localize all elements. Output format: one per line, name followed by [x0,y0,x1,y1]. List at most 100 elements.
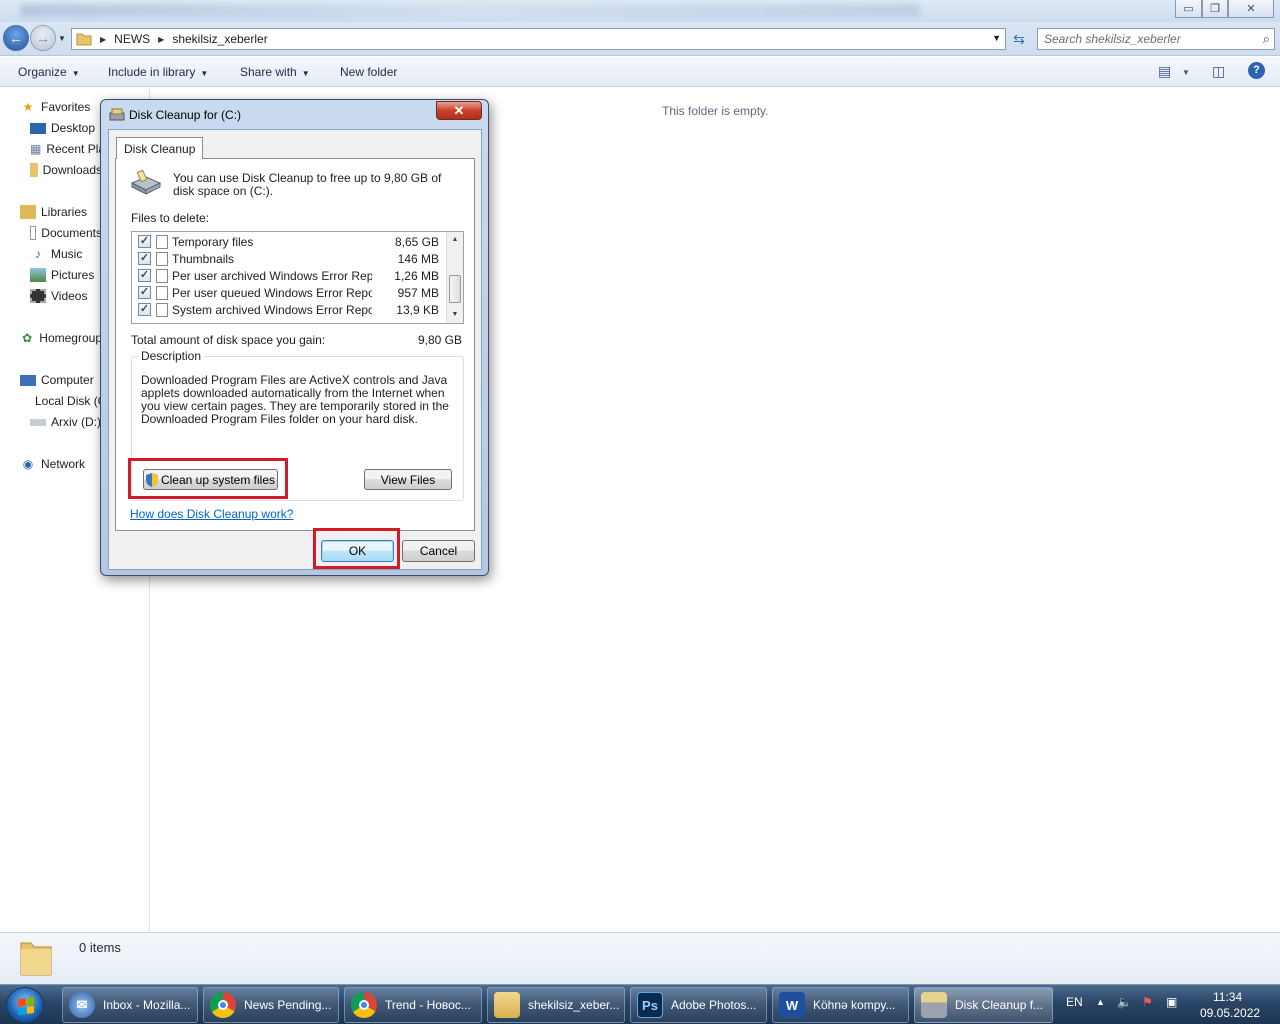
change-view-icon[interactable]: ▤ [1158,63,1171,80]
nav-music-label: Music [51,247,83,261]
list-item[interactable]: ✓ Temporary files 8,65 GB [132,233,447,250]
new-folder-button[interactable]: New folder [340,65,397,79]
nav-arxiv-label: Arxiv (D:) [51,415,101,429]
tab-disk-cleanup[interactable]: Disk Cleanup [116,137,204,159]
list-scrollbar[interactable]: ▲ ▼ [446,232,463,323]
dialog-close-button[interactable]: ✕ [436,101,482,120]
back-button[interactable]: ← [3,25,29,51]
file-checkbox[interactable]: ✓ [138,252,151,265]
view-files-button[interactable]: View Files [364,469,452,490]
scroll-down-icon[interactable]: ▼ [447,307,463,323]
details-pane: 0 items [0,932,1280,984]
desktop-icon [30,122,46,134]
nav-recent-places-label: Recent Places [46,142,102,156]
preview-pane-icon[interactable]: ◫ [1212,63,1225,80]
taskbar-item-chrome-trend[interactable]: Trend - Новос... [344,987,482,1023]
documents-icon [30,226,37,240]
empty-folder-message: This folder is empty. [662,104,769,118]
volume-icon[interactable]: 🔈 [1117,995,1132,1009]
list-item[interactable]: ✓ Per user archived Windows Error Repo..… [132,267,447,284]
clock-date[interactable]: 09.05.2022 [1200,1006,1260,1020]
drive-icon [30,418,46,426]
forward-button[interactable]: → [30,25,56,51]
taskbar-item-label: Trend - Новос... [385,998,471,1012]
nav-recent-places[interactable]: ▦ Recent Places [30,142,102,156]
recent-pages-dropdown[interactable]: ▼ [58,34,66,43]
nav-documents-label: Documents [41,226,102,240]
nav-downloads[interactable]: Downloads [30,163,102,177]
minimize-button[interactable]: ▭ [1175,0,1202,18]
view-options-dropdown-icon[interactable]: ▼ [1182,68,1190,77]
search-input[interactable]: Search shekilsiz_xeberler ⌕ [1037,28,1275,50]
downloads-folder-icon [30,163,38,177]
help-icon[interactable]: ? [1248,62,1265,79]
file-checkbox[interactable]: ✓ [138,303,151,316]
list-item[interactable]: ✓ Thumbnails 146 MB [132,250,447,267]
language-indicator[interactable]: EN [1066,995,1083,1009]
nav-favorites-label: Favorites [41,100,91,114]
nav-computer-label: Computer [41,373,94,387]
folder-icon [20,942,52,976]
disk-cleanup-dialog: Disk Cleanup for (C:) ✕ Disk Cleanup You… [100,99,489,576]
nav-downloads-label: Downloads [42,163,102,177]
action-center-icon[interactable]: ⚑ [1142,995,1153,1009]
drive-cleanup-icon [130,169,162,195]
show-hidden-icons-icon[interactable]: ▲ [1096,997,1105,1007]
scroll-up-icon[interactable]: ▲ [447,232,463,248]
taskbar-item-chrome-news[interactable]: News Pending... [203,987,339,1023]
start-button[interactable] [6,987,44,1023]
nav-local-disk[interactable]: Local Disk (C:) [30,394,102,408]
list-item[interactable]: ✓ Per user queued Windows Error Repor...… [132,284,447,301]
scrollbar-thumb[interactable] [449,275,461,303]
command-bar: Organize ▼ Include in library ▼ Share with… [0,57,1280,87]
search-icon[interactable]: ⌕ [1263,31,1270,47]
libraries-icon [20,205,36,219]
blurred-title-area [20,4,920,16]
list-item[interactable]: ✓ System archived Windows Error Repor...… [132,301,447,318]
taskbar-item-explorer[interactable]: shekilsiz_xeber... [487,987,625,1023]
files-to-delete-list[interactable]: ✓ Temporary files 8,65 GB ✓ Thumbnails 146… [131,231,464,324]
cancel-button[interactable]: Cancel [402,540,475,562]
file-size: 957 MB [397,285,439,300]
file-checkbox[interactable]: ✓ [138,269,151,282]
description-text: Downloaded Program Files are ActiveX con… [141,373,449,426]
include-in-library-menu[interactable]: Include in library ▼ [108,65,208,79]
taskbar-item-thunderbird[interactable]: ✉ Inbox - Mozilla... [62,987,198,1023]
organize-menu[interactable]: Organize ▼ [18,65,80,79]
nav-desktop-label: Desktop [51,121,96,135]
help-link[interactable]: How does Disk Cleanup work? [130,507,293,521]
nav-homegroup[interactable]: ✿ Homegroup [20,331,102,345]
breadcrumb-separator[interactable]: ▶ [100,35,106,44]
refresh-icon[interactable]: ⇆ [1008,28,1030,50]
file-name: Per user archived Windows Error Repo... [172,268,372,283]
disk-cleanup-icon [921,992,947,1018]
taskbar-item-word[interactable]: W Köhnə kompy... [772,987,909,1023]
nav-documents[interactable]: Documents [30,226,102,240]
files-to-delete-label: Files to delete: [131,211,210,225]
windows-logo-icon [18,996,34,1016]
file-icon [156,251,168,266]
computer-icon [20,374,36,386]
file-checkbox[interactable]: ✓ [138,286,151,299]
address-dropdown-icon[interactable]: ▼ [992,33,1001,43]
share-with-menu[interactable]: Share with ▼ [240,65,310,79]
network-tray-icon[interactable]: ▣ [1166,995,1177,1009]
chevron-down-icon: ▼ [71,69,80,78]
clock-time[interactable]: 11:34 [1213,990,1242,1004]
star-icon: ★ [22,100,34,114]
file-size: 8,65 GB [394,234,439,249]
address-box[interactable]: ▶ NEWS ▶ shekilsiz_xeberler ▼ [71,28,1006,50]
file-name: Thumbnails [172,251,235,266]
address-bar-area: ← → ▼ ▶ NEWS ▶ shekilsiz_xeberler ▼ ⇆ Se… [0,22,1280,56]
breadcrumb-news[interactable]: NEWS [114,32,150,46]
breadcrumb-current-folder[interactable]: shekilsiz_xeberler [172,32,267,46]
taskbar-item-photoshop[interactable]: Ps Adobe Photos... [630,987,767,1023]
nav-arxiv-drive[interactable]: Arxiv (D:) [30,415,102,429]
restore-button[interactable]: ❐ [1202,0,1228,18]
taskbar-item-disk-cleanup[interactable]: Disk Cleanup f... [914,987,1053,1023]
breadcrumb-separator[interactable]: ▶ [158,35,164,44]
file-checkbox[interactable]: ✓ [138,235,151,248]
taskbar-item-label: shekilsiz_xeber... [528,998,620,1012]
close-window-button[interactable]: ✕ [1228,0,1274,18]
total-space-value: 9,80 GB [417,333,462,347]
